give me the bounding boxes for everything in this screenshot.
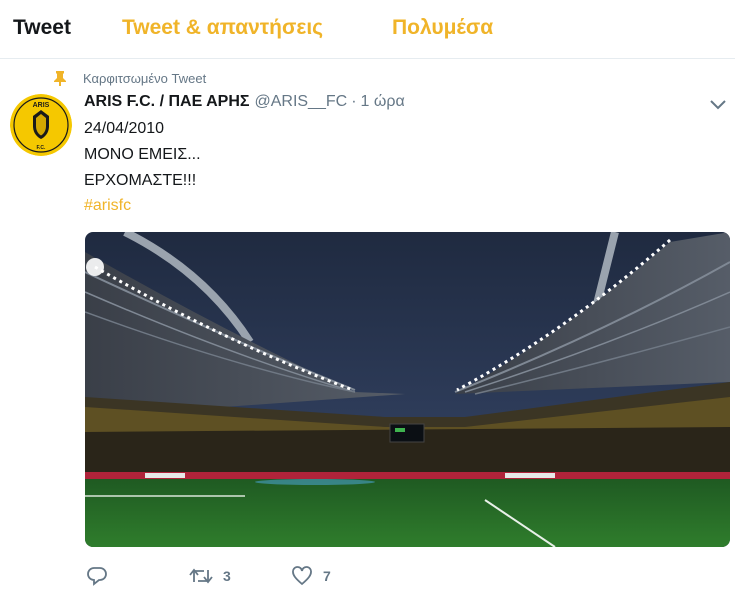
reply-icon <box>87 567 107 586</box>
retweet-count: 3 <box>223 568 231 584</box>
author-name[interactable]: ARIS F.C. / ΠΑΕ ΑΡΗΣ <box>84 93 249 111</box>
reply-button[interactable] <box>86 566 108 586</box>
pinned-tweet-label: Καρφιτσωμένο Tweet <box>52 69 206 87</box>
avatar-logo-text: ARIS <box>33 102 50 109</box>
tweet-text-line: ΕΡΧΟΜΑΣΤΕ!!! <box>84 172 197 189</box>
avatar-logo-subtext: F.C. <box>37 145 47 151</box>
pin-icon <box>54 71 66 86</box>
retweet-icon <box>189 568 213 584</box>
author-handle[interactable]: @ARIS__FC <box>254 93 347 111</box>
stadium-photo <box>85 232 730 547</box>
tweet-media-photo[interactable] <box>85 232 730 547</box>
tweet-text-line: 24/04/2010 <box>84 120 165 137</box>
separator-dot: · <box>351 93 357 110</box>
like-count: 7 <box>323 568 331 584</box>
tab-tweets[interactable]: Tweet <box>13 16 71 40</box>
heart-icon <box>292 566 312 586</box>
tweet-text-line: ΜΟΝΟ ΕΜΕΙΣ... <box>84 146 201 163</box>
tab-media[interactable]: Πολυμέσα <box>392 16 493 40</box>
avatar[interactable]: ARIS F.C. <box>10 94 72 156</box>
like-button[interactable]: 7 <box>291 566 331 586</box>
retweet-button[interactable]: 3 <box>189 566 231 586</box>
profile-tabs: Tweet Tweet & απαντήσεις Πολυμέσα <box>0 0 735 59</box>
tab-tweets-and-replies[interactable]: Tweet & απαντήσεις <box>122 16 323 40</box>
tweet-header: ARIS F.C. / ΠΑΕ ΑΡΗΣ @ARIS__FC · 1 ώρα <box>84 93 405 115</box>
tweet-timestamp[interactable]: 1 ώρα <box>361 93 405 111</box>
chevron-down-icon[interactable] <box>708 97 728 113</box>
pinned-text: Καρφιτσωμένο Tweet <box>83 70 207 86</box>
hashtag-link[interactable]: #arisfc <box>84 196 131 216</box>
